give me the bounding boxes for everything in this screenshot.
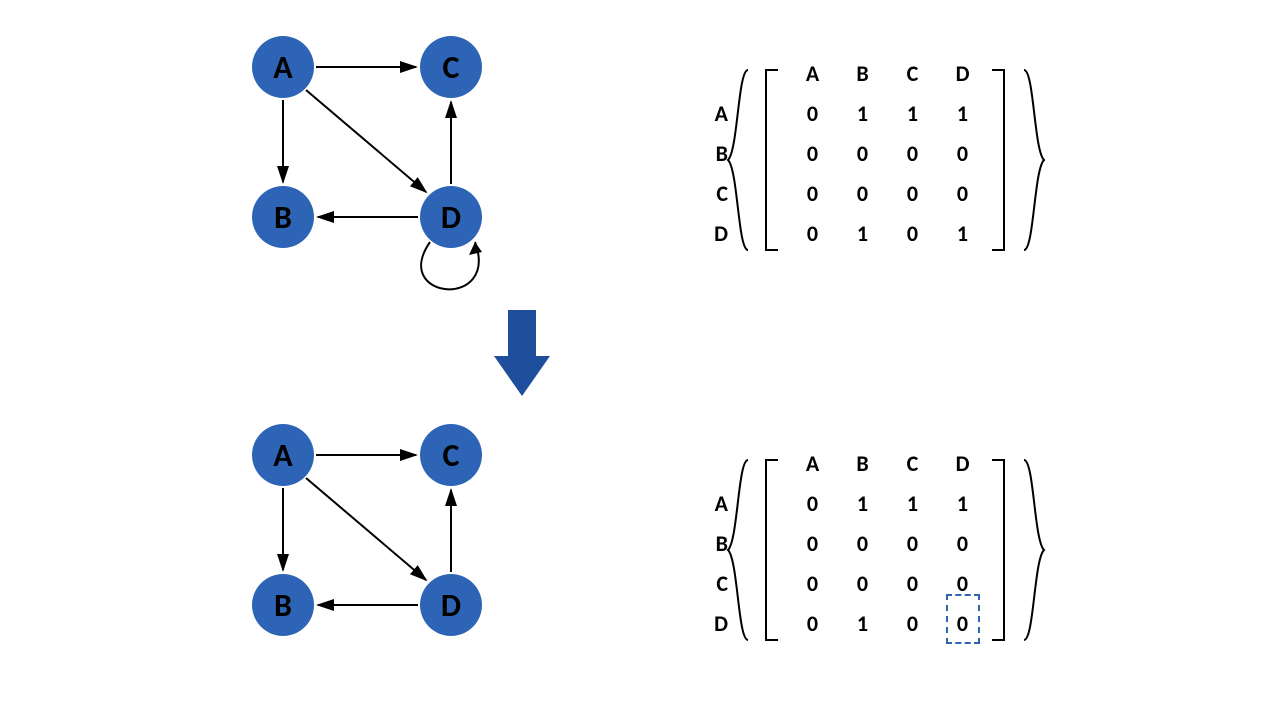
matrix-cell: 0 <box>940 180 985 207</box>
matrix-cell: 1 <box>940 490 985 517</box>
node-label: B <box>274 198 292 237</box>
node-d-1: D <box>420 186 482 248</box>
matrix-cell: 1 <box>890 100 935 127</box>
matrix-row-header: D <box>700 610 728 637</box>
matrix-row-header: D <box>700 220 728 247</box>
down-arrow-icon <box>494 310 550 396</box>
matrix-col-header: C <box>890 60 935 87</box>
matrix-cell: 0 <box>940 570 985 597</box>
matrix-col-header: C <box>890 450 935 477</box>
matrix-col-header: D <box>940 450 985 477</box>
matrix-cell: 1 <box>840 610 885 637</box>
matrix1-left-brace <box>728 70 748 250</box>
matrix-col-header: B <box>840 450 885 477</box>
node-b-2: B <box>252 574 314 636</box>
matrix-cell: 1 <box>940 220 985 247</box>
matrix-row-header: A <box>700 100 728 127</box>
matrix-row-header: B <box>700 140 728 167</box>
matrix-cell: 0 <box>790 570 835 597</box>
node-label: C <box>443 48 460 87</box>
matrix-cell: 1 <box>840 490 885 517</box>
matrix-col-header: D <box>940 60 985 87</box>
matrix2-right-bracket <box>992 460 1004 640</box>
self-loop-d <box>421 242 479 289</box>
matrix-cell: 0 <box>890 570 935 597</box>
matrix1-right-brace <box>1024 70 1044 250</box>
matrix-row-header: C <box>700 180 728 207</box>
node-label: D <box>441 586 461 625</box>
matrix-cell: 0 <box>890 610 935 637</box>
matrix-cell: 0 <box>790 220 835 247</box>
node-c-1: C <box>420 36 482 98</box>
matrix-cell: 1 <box>890 490 935 517</box>
matrix-cell: 0 <box>840 180 885 207</box>
matrix-cell: 0 <box>840 140 885 167</box>
matrix-cell: 0 <box>940 530 985 557</box>
matrix-row-header: C <box>700 570 728 597</box>
matrix2-left-brace <box>728 460 748 640</box>
matrix-cell: 0 <box>840 570 885 597</box>
matrix-cell: 0 <box>790 100 835 127</box>
node-a-1: A <box>252 36 314 98</box>
node-c-2: C <box>420 424 482 486</box>
matrix-cell: 0 <box>790 140 835 167</box>
matrix-cell: 0 <box>890 180 935 207</box>
matrix-col-header: A <box>790 450 835 477</box>
matrix-cell: 0 <box>790 610 835 637</box>
node-label: A <box>273 48 292 87</box>
matrix-cell: 1 <box>840 220 885 247</box>
matrix2-left-bracket <box>766 460 778 640</box>
node-d-2: D <box>420 574 482 636</box>
node-label: B <box>274 586 292 625</box>
matrix-cell: 0 <box>790 530 835 557</box>
node-a-2: A <box>252 424 314 486</box>
node-label: D <box>441 198 461 237</box>
matrix-row-header: A <box>700 490 728 517</box>
matrix-row-header: B <box>700 530 728 557</box>
changed-cell-highlight <box>946 594 980 644</box>
matrix-cell: 0 <box>790 490 835 517</box>
matrix-cell: 1 <box>940 100 985 127</box>
edge-a-d-2 <box>306 478 426 580</box>
node-label: A <box>273 436 292 475</box>
matrix-col-header: B <box>840 60 885 87</box>
matrix-cell: 0 <box>890 530 935 557</box>
matrix-cell: 0 <box>940 140 985 167</box>
matrix1-right-bracket <box>992 70 1004 250</box>
matrix1-left-bracket <box>766 70 778 250</box>
node-b-1: B <box>252 186 314 248</box>
matrix2-right-brace <box>1024 460 1044 640</box>
node-label: C <box>443 436 460 475</box>
matrix-col-header: A <box>790 60 835 87</box>
matrix-cell: 0 <box>890 140 935 167</box>
self-loop-d-arrowhead <box>469 242 482 255</box>
matrix-cell: 0 <box>840 530 885 557</box>
matrix-cell: 0 <box>890 220 935 247</box>
matrix-cell: 0 <box>790 180 835 207</box>
matrix-cell: 1 <box>840 100 885 127</box>
edge-a-d-1 <box>306 90 426 192</box>
